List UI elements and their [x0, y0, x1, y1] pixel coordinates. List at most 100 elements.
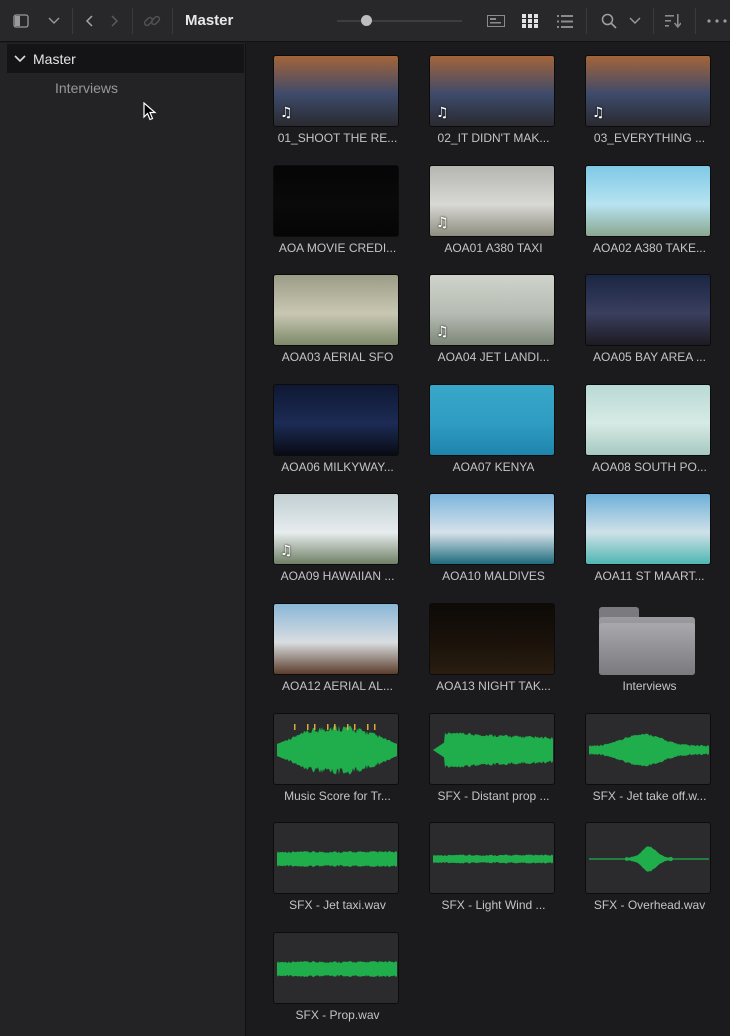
clip-name: AOA08 SOUTH PO... — [592, 460, 707, 474]
clip-thumbnail[interactable] — [585, 165, 711, 237]
clip-name: SFX - Jet taxi.wav — [289, 898, 386, 912]
clip-name: 01_SHOOT THE RE... — [277, 131, 398, 145]
clip-thumbnail[interactable] — [585, 274, 711, 346]
waveform-graphic — [589, 733, 709, 767]
audio-waveform-thumbnail[interactable] — [429, 713, 555, 785]
back-arrow-icon[interactable] — [80, 0, 98, 42]
clip-tile[interactable]: AOA03 AERIAL SFO — [265, 271, 415, 381]
clip-tile[interactable]: ♫ AOA09 HAWAIIAN ... — [265, 490, 415, 600]
clip-name: SFX - Overhead.wav — [593, 898, 706, 912]
audio-note-icon: ♫ — [436, 215, 449, 231]
list-view-icon[interactable] — [553, 0, 577, 42]
bin-item-master[interactable]: Master — [7, 44, 244, 73]
clip-tile[interactable]: AOA11 ST MAART... — [577, 490, 727, 600]
audio-note-icon: ♫ — [436, 324, 449, 340]
toolbar-divider — [72, 8, 73, 34]
clip-name: Interviews — [622, 679, 677, 693]
clip-tile[interactable]: ♫ AOA04 JET LANDI... — [421, 271, 571, 381]
clip-thumbnail[interactable]: ♫ — [429, 55, 555, 127]
clip-name: AOA12 AERIAL AL... — [282, 679, 393, 693]
clip-thumbnail[interactable] — [273, 165, 399, 237]
zoom-slider-handle[interactable] — [361, 15, 372, 26]
clip-name: 03_EVERYTHING ... — [593, 131, 706, 145]
audio-waveform-thumbnail[interactable] — [273, 932, 399, 1004]
clip-tile[interactable]: ♫ 02_IT DIDN'T MAK... — [421, 52, 571, 162]
chevron-down-icon[interactable] — [44, 0, 64, 42]
audio-waveform-thumbnail[interactable] — [585, 822, 711, 894]
clip-thumbnail[interactable] — [273, 274, 399, 346]
waveform-graphic — [589, 846, 709, 872]
clip-tile[interactable]: SFX - Distant prop ... — [421, 710, 571, 820]
clip-tile[interactable]: ♫ 03_EVERYTHING ... — [577, 52, 727, 162]
clip-tile[interactable]: AOA07 KENYA — [421, 381, 571, 491]
clip-name: AOA01 A380 TAXI — [444, 241, 543, 255]
search-icon[interactable] — [598, 0, 620, 42]
zoom-slider[interactable] — [337, 20, 462, 22]
metadata-view-icon[interactable] — [484, 0, 508, 42]
clip-thumbnail[interactable] — [273, 603, 399, 675]
clip-thumbnail[interactable] — [429, 384, 555, 456]
audio-note-icon: ♫ — [592, 105, 605, 121]
folder-icon[interactable] — [585, 603, 711, 675]
clip-name: SFX - Distant prop ... — [437, 789, 550, 803]
clip-tile[interactable]: ♫ 01_SHOOT THE RE... — [265, 52, 415, 162]
clip-tile[interactable]: SFX - Light Wind ... — [421, 819, 571, 929]
clip-name: AOA05 BAY AREA ... — [593, 350, 706, 364]
audio-waveform-thumbnail[interactable] — [585, 713, 711, 785]
clip-name: Music Score for Tr... — [284, 789, 391, 803]
clip-thumbnail[interactable] — [273, 384, 399, 456]
sidebar-toggle-icon[interactable] — [10, 0, 32, 42]
bin-item-interviews[interactable]: Interviews — [55, 80, 118, 96]
clip-tile[interactable]: AOA05 BAY AREA ... — [577, 271, 727, 381]
bin-folder-tile[interactable]: Interviews — [577, 600, 727, 710]
forward-arrow-icon[interactable] — [106, 0, 124, 42]
audio-note-icon: ♫ — [436, 105, 449, 121]
clip-tile[interactable]: SFX - Overhead.wav — [577, 819, 727, 929]
clip-name: AOA03 AERIAL SFO — [281, 350, 394, 364]
clip-name: AOA04 JET LANDI... — [437, 350, 550, 364]
clip-tile[interactable]: SFX - Jet taxi.wav — [265, 819, 415, 929]
clip-tile[interactable]: AOA10 MALDIVES — [421, 490, 571, 600]
clip-tile[interactable]: AOA MOVIE CREDI... — [265, 162, 415, 272]
audio-waveform-thumbnail[interactable] — [429, 822, 555, 894]
toolbar-divider — [695, 8, 696, 34]
toolbar-divider — [586, 8, 587, 34]
audio-waveform-thumbnail[interactable] — [273, 713, 399, 785]
clip-name: SFX - Light Wind ... — [441, 898, 546, 912]
clip-thumbnail[interactable]: ♫ — [429, 165, 555, 237]
clip-thumbnail[interactable]: ♫ — [429, 274, 555, 346]
clip-tile[interactable]: AOA13 NIGHT TAK... — [421, 600, 571, 710]
media-pool-toolbar: Master — [0, 0, 730, 42]
clip-thumbnail[interactable] — [585, 384, 711, 456]
search-options-chevron-icon[interactable] — [626, 0, 644, 42]
clip-thumbnail[interactable]: ♫ — [273, 493, 399, 565]
clip-tile[interactable]: SFX - Prop.wav — [265, 929, 415, 1036]
clip-tile[interactable]: AOA02 A380 TAKE... — [577, 162, 727, 272]
waveform-graphic — [277, 961, 397, 977]
clip-tile[interactable]: AOA08 SOUTH PO... — [577, 381, 727, 491]
clip-tile[interactable]: SFX - Jet take off.w... — [577, 710, 727, 820]
clip-name: AOA MOVIE CREDI... — [278, 241, 397, 255]
waveform-graphic — [433, 732, 553, 768]
clip-thumbnail[interactable]: ♫ — [585, 55, 711, 127]
toolbar-divider — [653, 8, 654, 34]
clip-name: SFX - Jet take off.w... — [592, 789, 707, 803]
thumbnail-view-icon[interactable] — [518, 0, 542, 42]
clip-tile[interactable]: AOA12 AERIAL AL... — [265, 600, 415, 710]
clip-name: AOA10 MALDIVES — [442, 569, 545, 583]
clip-tile[interactable]: ♫ AOA01 A380 TAXI — [421, 162, 571, 272]
chevron-down-icon[interactable] — [7, 52, 33, 66]
more-options-icon[interactable] — [704, 0, 730, 42]
clip-name: AOA06 MILKYWAY... — [281, 460, 394, 474]
clip-thumbnail[interactable] — [429, 493, 555, 565]
audio-waveform-thumbnail[interactable] — [273, 822, 399, 894]
clip-thumbnail[interactable] — [585, 493, 711, 565]
clip-tile[interactable]: Music Score for Tr... — [265, 710, 415, 820]
sort-icon[interactable] — [662, 0, 684, 42]
clip-name: SFX - Prop.wav — [295, 1008, 380, 1022]
clip-thumbnail[interactable]: ♫ — [273, 55, 399, 127]
link-icon[interactable] — [140, 0, 164, 42]
clip-tile[interactable]: AOA06 MILKYWAY... — [265, 381, 415, 491]
clip-thumbnail[interactable] — [429, 603, 555, 675]
clip-name: 02_IT DIDN'T MAK... — [437, 131, 550, 145]
